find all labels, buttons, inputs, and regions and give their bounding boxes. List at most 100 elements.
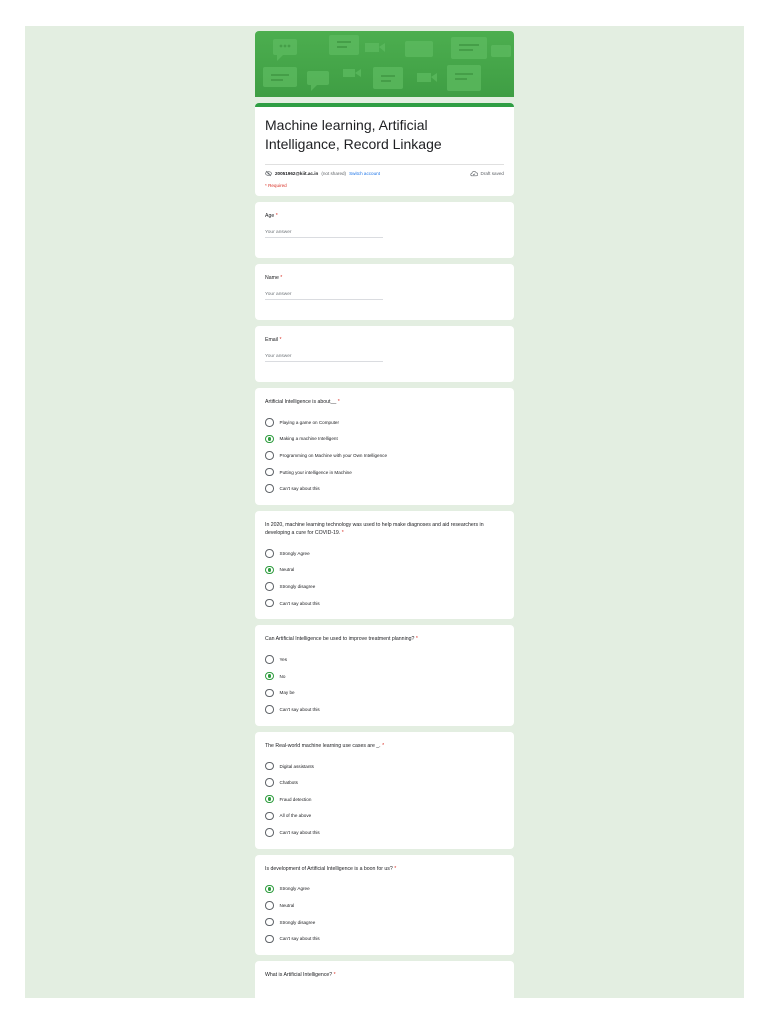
radio-group: Playing a game on Computer Making a machi… xyxy=(265,414,504,497)
radio-option[interactable]: Chatbots xyxy=(265,774,504,791)
draft-status: Draft saved xyxy=(469,170,505,177)
radio-button-checked[interactable] xyxy=(265,671,274,681)
required-asterisk: * xyxy=(280,275,283,281)
radio-option[interactable]: Strongly Agree xyxy=(265,881,504,898)
radio-button[interactable] xyxy=(265,451,274,460)
radio-option-label: Strongly disagree xyxy=(279,919,316,925)
radio-option[interactable]: Making a machine Intelligent xyxy=(265,431,504,448)
radio-option[interactable]: Neutral xyxy=(265,897,504,914)
question-card-choice: The Real-world machine learning use case… xyxy=(255,731,514,849)
radio-option-label: Making a machine Intelligent xyxy=(279,436,338,442)
account-row: 20051962@kiit.ac.in (not shared) Switch … xyxy=(265,164,504,177)
radio-button[interactable] xyxy=(265,778,274,787)
question-label: What is Artificial Intelligence? xyxy=(265,972,333,979)
question-label: Name xyxy=(265,275,279,281)
radio-option[interactable]: Neutral xyxy=(265,562,504,579)
required-asterisk: * xyxy=(275,213,278,219)
radio-option-label: Can't say about this xyxy=(279,936,320,942)
choice-questions: Artificial Intelligence is about__ * Play… xyxy=(255,388,514,956)
radio-option-label: Strongly Agree xyxy=(279,886,310,892)
radio-option-label: All of the above xyxy=(279,813,312,819)
chat-pattern-icon xyxy=(263,35,511,91)
radio-option-label: Chatbots xyxy=(279,780,298,786)
question-label: Artificial Intelligence is about__ xyxy=(265,399,337,405)
radio-button[interactable] xyxy=(265,467,274,477)
radio-button[interactable] xyxy=(265,917,274,927)
radio-option[interactable]: Can't say about this xyxy=(265,930,504,947)
radio-option-label: Neutral xyxy=(279,567,295,573)
radio-option[interactable]: Can't say about this xyxy=(265,595,504,612)
account-email: 20051962@kiit.ac.in xyxy=(275,171,319,176)
radio-button[interactable] xyxy=(265,761,274,771)
radio-button-checked[interactable] xyxy=(265,565,274,575)
radio-option[interactable]: Programming on Machine with your Own Int… xyxy=(265,447,504,464)
required-asterisk: * xyxy=(337,399,340,405)
email-input[interactable]: Your answer xyxy=(265,354,383,362)
radio-option[interactable]: All of the above xyxy=(265,808,504,825)
radio-option[interactable]: Fraud detection xyxy=(265,791,504,808)
radio-option[interactable]: Playing a game on Computer xyxy=(265,414,504,431)
form-column: Machine learning, Artificial Intelliganc… xyxy=(255,31,514,998)
required-asterisk: * xyxy=(382,742,385,749)
question-card-choice: Is development of Artificial Intelligenc… xyxy=(255,854,514,956)
radio-button[interactable] xyxy=(265,811,274,821)
radio-option-label: Can't say about this xyxy=(279,706,320,712)
radio-button[interactable] xyxy=(265,934,274,944)
draft-status-label: Draft saved xyxy=(480,171,505,176)
radio-option[interactable]: Yes xyxy=(265,651,504,668)
radio-option[interactable]: Strongly disagree xyxy=(265,914,504,931)
radio-button[interactable] xyxy=(265,688,274,698)
radio-option[interactable]: Putting your intelligence in Machine xyxy=(265,464,504,481)
radio-option-label: Can't say about this xyxy=(279,600,320,606)
radio-option-label: May be xyxy=(279,690,295,696)
required-note: * Required xyxy=(265,183,287,188)
age-input[interactable]: Your answer xyxy=(265,230,383,238)
radio-button[interactable] xyxy=(265,901,274,910)
radio-option-label: Digital assistants xyxy=(279,763,314,769)
radio-button[interactable] xyxy=(265,549,274,558)
radio-button-checked[interactable] xyxy=(265,434,274,444)
radio-button[interactable] xyxy=(265,484,274,493)
required-asterisk: * xyxy=(279,337,282,343)
radio-option-label: Yes xyxy=(279,657,288,663)
radio-button[interactable] xyxy=(265,582,274,591)
radio-option[interactable]: No xyxy=(265,668,504,685)
radio-option-label: Programming on Machine with your Own Int… xyxy=(279,452,388,458)
required-asterisk: * xyxy=(415,636,418,643)
radio-option[interactable]: Strongly Agree xyxy=(265,545,504,562)
required-asterisk: * xyxy=(341,529,344,536)
radio-button-checked[interactable] xyxy=(265,794,274,804)
radio-option-label: Strongly disagree xyxy=(279,583,316,589)
radio-button-checked[interactable] xyxy=(265,884,274,894)
radio-group: Yes No May be Can't say about this xyxy=(265,651,504,717)
radio-option[interactable]: Can't say about this xyxy=(265,824,504,841)
question-label: The Real-world machine learning use case… xyxy=(265,742,381,749)
question-card-choice: Artificial Intelligence is about__ * Play… xyxy=(255,388,514,505)
radio-option[interactable]: Digital assistants xyxy=(265,758,504,775)
not-shared-eye-icon xyxy=(265,170,272,177)
question-card-ai-definition: What is Artificial Intelligence? * xyxy=(255,961,514,998)
radio-button[interactable] xyxy=(265,655,274,664)
radio-button[interactable] xyxy=(265,705,274,714)
radio-button[interactable] xyxy=(265,418,274,427)
name-input[interactable]: Your answer xyxy=(265,292,383,300)
cloud-saved-icon xyxy=(469,171,478,177)
radio-option[interactable]: Can't say about this xyxy=(265,701,504,718)
question-card-choice: Can Artificial Intelligence be used to i… xyxy=(255,625,514,726)
question-card-choice: In 2020, machine learning technology was… xyxy=(255,510,514,620)
radio-button[interactable] xyxy=(265,828,274,837)
switch-account-link[interactable]: Switch account xyxy=(349,171,380,176)
radio-button[interactable] xyxy=(265,598,274,608)
question-card-age: Age * Your answer xyxy=(255,202,514,258)
radio-option[interactable]: Can't say about this xyxy=(265,480,504,497)
required-asterisk: * xyxy=(333,972,336,979)
radio-group: Digital assistants Chatbots Fraud detectio… xyxy=(265,758,504,841)
radio-option[interactable]: Strongly disagree xyxy=(265,578,504,595)
radio-option[interactable]: May be xyxy=(265,685,504,702)
radio-option-label: Playing a game on Computer xyxy=(279,419,340,425)
question-label: Email xyxy=(265,337,278,343)
form-header-banner xyxy=(255,31,514,97)
form-title: Machine learning, Artificial Intelliganc… xyxy=(265,117,442,152)
radio-option-label: No xyxy=(279,673,286,679)
question-label: In 2020, machine learning technology was… xyxy=(265,521,484,536)
